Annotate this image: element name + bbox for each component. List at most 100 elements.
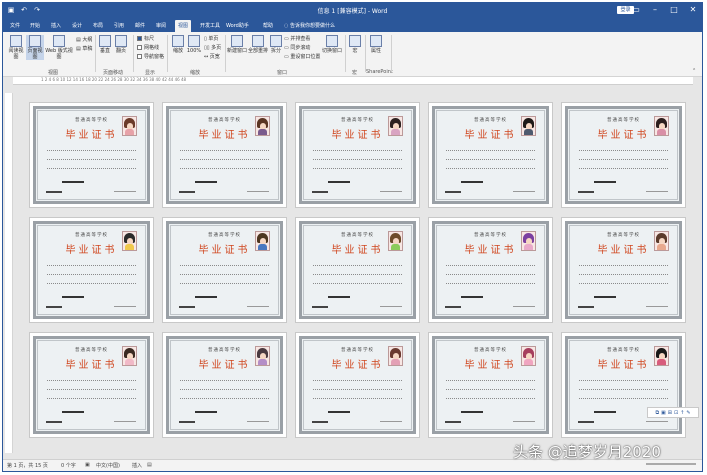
zoom-100-button[interactable]: 100% — [186, 35, 202, 54]
sync-scroll-label: 同步滚动 — [290, 45, 311, 51]
tab-help[interactable]: 帮助 — [260, 20, 276, 32]
collapse-ribbon-icon[interactable]: ⌃ — [692, 68, 696, 75]
proofing-icon[interactable]: ▣ — [85, 462, 90, 468]
photo-hair — [390, 118, 401, 128]
document-page[interactable]: 普通高等学校 毕业证书 — [295, 332, 420, 438]
document-page[interactable]: 普通高等学校 毕业证书 — [29, 217, 154, 323]
document-page[interactable]: 普通高等学校 毕业证书 — [428, 217, 553, 323]
certificate: 普通高等学校 毕业证书 — [166, 221, 283, 319]
student-photo[interactable] — [122, 231, 137, 251]
student-photo[interactable] — [255, 231, 270, 251]
tab-references[interactable]: 引用 — [111, 20, 127, 32]
macro-record-icon[interactable]: ▤ — [147, 462, 152, 468]
student-photo[interactable] — [388, 231, 403, 251]
tab-view[interactable]: 视图 — [175, 20, 192, 32]
new-window-button[interactable]: 新建窗口 — [227, 35, 247, 54]
language-indicator[interactable]: 中文(中国) — [96, 462, 120, 469]
maximize-icon[interactable]: □ — [669, 4, 679, 16]
student-photo[interactable] — [654, 116, 669, 136]
document-page[interactable]: 普通高等学校 毕业证书 — [561, 217, 686, 323]
arrange-all-button[interactable]: 全部重排 — [248, 35, 268, 54]
views-group-label: 视图 — [48, 70, 59, 76]
edit-icon[interactable]: ✎ — [686, 410, 690, 416]
page-width-button[interactable]: ↔ 页宽 — [204, 54, 220, 61]
minimize-icon[interactable]: – — [650, 4, 660, 16]
close-icon[interactable]: ✕ — [688, 4, 698, 16]
student-photo[interactable] — [255, 116, 270, 136]
tab-word-assistant[interactable]: Word助手 — [223, 20, 252, 32]
split-button[interactable]: 拆分 — [269, 35, 283, 54]
ribbon-options-icon[interactable]: ▭ — [631, 4, 641, 16]
field-line — [313, 168, 402, 170]
nav-pane-checkbox[interactable]: 导航窗格 — [137, 54, 164, 61]
student-photo[interactable] — [122, 346, 137, 366]
one-page-button[interactable]: ▯ 单页 — [204, 36, 218, 43]
document-page[interactable]: 普通高等学校 毕业证书 — [295, 102, 420, 208]
tab-layout[interactable]: 布局 — [90, 20, 106, 32]
up-arrow-icon[interactable]: ↑ — [680, 410, 684, 416]
student-photo[interactable] — [255, 346, 270, 366]
document-page[interactable]: 普通高等学校 毕业证书 — [561, 332, 686, 438]
tab-mailings[interactable]: 邮件 — [132, 20, 148, 32]
student-photo[interactable] — [654, 231, 669, 251]
document-page[interactable]: 普通高等学校 毕业证书 — [428, 332, 553, 438]
multi-page-button[interactable]: ▯▯ 多页 — [204, 45, 221, 52]
insert-mode[interactable]: 插入 — [132, 462, 142, 469]
certificate-heading: 毕业证书 — [464, 130, 517, 141]
page-count[interactable]: 第 1 页，共 15 页 — [7, 462, 48, 469]
photo-body — [258, 244, 267, 250]
document-page[interactable]: 普通高等学校 毕业证书 — [162, 102, 287, 208]
school-name: 普通高等学校 — [208, 118, 241, 123]
lightbulb-icon: ◌ — [284, 23, 289, 29]
properties-button[interactable]: 属性 — [369, 35, 383, 54]
tab-developer[interactable]: 开发工具 — [197, 20, 223, 32]
outline-button[interactable]: ▤ 大纲 — [76, 37, 92, 44]
document-page[interactable]: 普通高等学校 毕业证书 — [162, 217, 287, 323]
tab-design[interactable]: 设计 — [69, 20, 85, 32]
zoom-button[interactable]: 缩放 — [171, 35, 185, 54]
footer-mark — [578, 191, 594, 193]
gridlines-checkbox[interactable]: 网格线 — [137, 45, 159, 52]
student-photo[interactable] — [521, 116, 536, 136]
read-mode-button[interactable]: 阅读视图 — [7, 35, 25, 60]
reset-window-button[interactable]: ▭ 重设窗口位置 — [284, 54, 320, 61]
tell-me-search[interactable]: ◌ 告诉我你想要做什么 — [281, 20, 338, 32]
tab-home[interactable]: 开始 — [27, 20, 43, 32]
document-page[interactable]: 普通高等学校 毕业证书 — [561, 102, 686, 208]
footer-mark — [46, 306, 62, 308]
vertical-button[interactable]: 垂直 — [98, 35, 112, 54]
zoom-slider[interactable] — [646, 463, 696, 465]
tab-file[interactable]: 文件 — [7, 20, 23, 32]
photo-hair — [257, 348, 268, 358]
document-canvas[interactable]: 普通高等学校 毕业证书 普通高等学校 毕业证书 普通高等学校 毕业证书 普通高等学校 毕业证书… — [15, 87, 697, 456]
side-by-side-button[interactable]: 翻页 — [114, 35, 128, 54]
student-photo[interactable] — [654, 346, 669, 366]
print-layout-button[interactable]: 页面视图 — [26, 35, 44, 60]
sync-scroll-button[interactable]: ▭ 同步滚动 — [284, 45, 310, 52]
layout-options-icon[interactable]: ⧉ — [655, 410, 659, 416]
student-photo[interactable] — [521, 231, 536, 251]
view-side-by-side-button[interactable]: ▭ 并排查看 — [284, 36, 310, 43]
switch-windows-button[interactable]: 切换窗口 — [321, 35, 343, 54]
student-photo[interactable] — [388, 346, 403, 366]
frame-icon[interactable]: ⊡ — [674, 410, 678, 416]
picture-icon[interactable]: ▣ — [661, 410, 666, 416]
document-page[interactable]: 普通高等学校 毕业证书 — [162, 332, 287, 438]
document-page[interactable]: 普通高等学校 毕业证书 — [295, 217, 420, 323]
vertical-icon — [99, 35, 111, 47]
macros-button[interactable]: 宏 — [348, 35, 362, 54]
document-page[interactable]: 普通高等学校 毕业证书 — [428, 102, 553, 208]
student-photo[interactable] — [388, 116, 403, 136]
tab-review[interactable]: 审阅 — [153, 20, 169, 32]
ruler-checkbox[interactable]: 标尺 — [137, 36, 154, 43]
student-photo[interactable] — [521, 346, 536, 366]
certificate-number-line — [247, 306, 269, 307]
word-count[interactable]: 0 个字 — [61, 462, 76, 469]
web-layout-button[interactable]: Web 版式视图 — [45, 35, 73, 60]
table-icon[interactable]: ⊞ — [668, 410, 672, 416]
tab-insert[interactable]: 插入 — [48, 20, 64, 32]
document-page[interactable]: 普通高等学校 毕业证书 — [29, 102, 154, 208]
student-photo[interactable] — [122, 116, 137, 136]
document-page[interactable]: 普通高等学校 毕业证书 — [29, 332, 154, 438]
draft-button[interactable]: ▤ 草稿 — [76, 46, 92, 53]
